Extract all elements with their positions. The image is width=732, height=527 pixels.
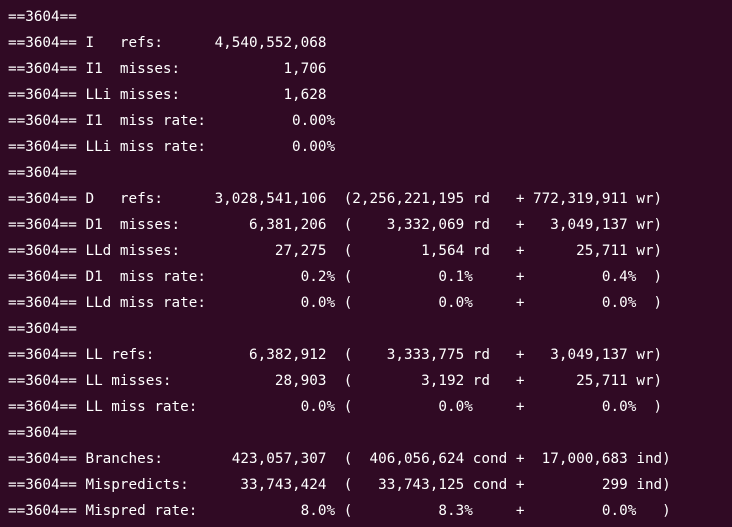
terminal-line-blank-4: ==3604== [8, 425, 77, 441]
terminal-line-mispredicts: ==3604== Mispredicts: 33,743,424 ( 33,74… [8, 477, 671, 493]
terminal-line-lld-miss-rate: ==3604== LLd miss rate: 0.0% ( 0.0% + 0.… [8, 295, 663, 311]
terminal-line-lli-misses: ==3604== LLi misses: 1,628 [8, 87, 327, 103]
terminal-line-blank-3: ==3604== [8, 321, 77, 337]
terminal-line-blank-1: ==3604== [8, 9, 77, 25]
terminal-line-branches: ==3604== Branches: 423,057,307 ( 406,056… [8, 451, 671, 467]
terminal-line-lld-misses: ==3604== LLd misses: 27,275 ( 1,564 rd +… [8, 243, 663, 259]
terminal-line-d-refs: ==3604== D refs: 3,028,541,106 (2,256,22… [8, 191, 663, 207]
terminal-window[interactable]: ==3604== ==3604== I refs: 4,540,552,068 … [0, 0, 732, 527]
terminal-line-i1-misses: ==3604== I1 misses: 1,706 [8, 61, 327, 77]
terminal-line-lli-miss-rate: ==3604== LLi miss rate: 0.00% [8, 139, 336, 155]
terminal-line-d1-miss-rate: ==3604== D1 miss rate: 0.2% ( 0.1% + 0.4… [8, 269, 663, 285]
terminal-line-i1-miss-rate: ==3604== I1 miss rate: 0.00% [8, 113, 336, 129]
terminal-line-blank-2: ==3604== [8, 165, 77, 181]
terminal-line-ll-misses: ==3604== LL misses: 28,903 ( 3,192 rd + … [8, 373, 663, 389]
terminal-line-ll-refs: ==3604== LL refs: 6,382,912 ( 3,333,775 … [8, 347, 663, 363]
terminal-line-i-refs: ==3604== I refs: 4,540,552,068 [8, 35, 327, 51]
terminal-line-d1-misses: ==3604== D1 misses: 6,381,206 ( 3,332,06… [8, 217, 663, 233]
terminal-line-mispred-rate: ==3604== Mispred rate: 8.0% ( 8.3% + 0.0… [8, 503, 671, 519]
terminal-line-ll-miss-rate: ==3604== LL miss rate: 0.0% ( 0.0% + 0.0… [8, 399, 663, 415]
